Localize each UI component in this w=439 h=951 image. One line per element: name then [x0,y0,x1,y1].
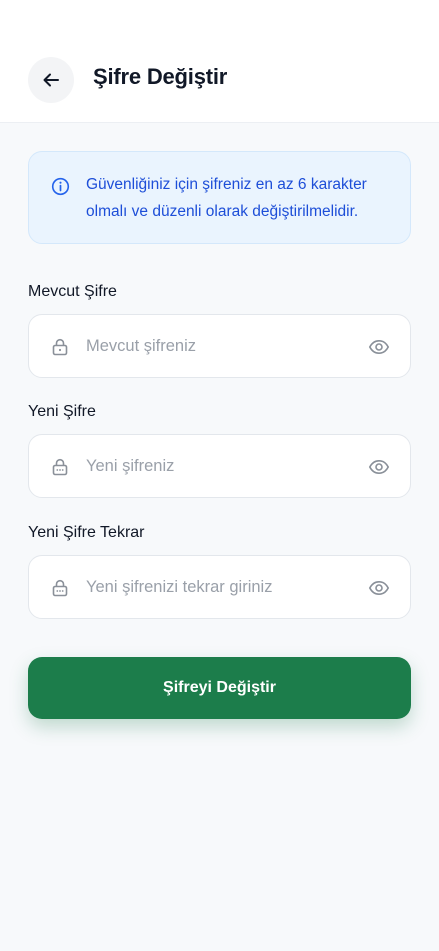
eye-icon[interactable] [368,456,390,478]
page-title: Şifre Değiştir [93,64,228,89]
confirm-password-input[interactable] [86,556,356,618]
eye-icon[interactable] [368,336,390,358]
new-password-label: Yeni Şifre [28,403,96,420]
info-circle-icon [51,177,70,196]
eye-icon[interactable] [368,577,390,599]
new-password-input[interactable] [86,435,356,497]
back-button[interactable] [28,57,74,103]
change-password-button[interactable]: Şifreyi Değiştir [28,657,411,719]
current-password-field[interactable] [28,314,411,378]
confirm-password-label: Yeni Şifre Tekrar [28,524,145,541]
current-password-input[interactable] [86,315,356,377]
arrow-left-icon [43,73,59,87]
current-password-label: Mevcut Şifre [28,283,117,300]
app-header: Şifre Değiştir [0,0,439,123]
new-password-field[interactable] [28,434,411,498]
lock-icon [52,458,68,476]
info-text: Güvenliğiniz için şifreniz en az 6 karak… [86,176,367,220]
lock-icon [52,579,68,597]
lock-icon [52,338,68,356]
info-notice: Güvenliğiniz için şifreniz en az 6 karak… [28,151,411,244]
confirm-password-field[interactable] [28,555,411,619]
